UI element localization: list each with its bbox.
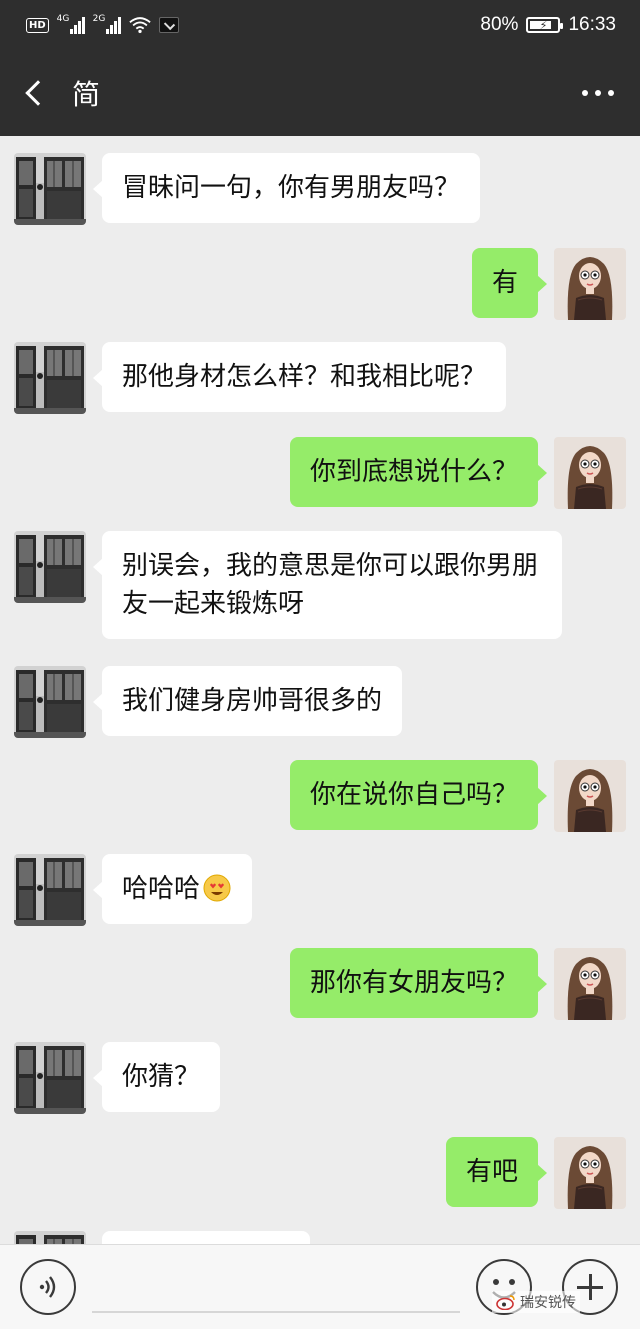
contact-avatar[interactable] (14, 854, 86, 926)
input-bar: 瑞安锐传 (0, 1244, 640, 1329)
message-text: 你猜？ (122, 1062, 201, 1092)
more-options-button[interactable] (578, 80, 618, 106)
message-bubble[interactable]: 有 (471, 248, 548, 318)
my-avatar[interactable] (554, 948, 626, 1020)
message-bubble[interactable]: 你到底想说什么？ (289, 437, 548, 507)
status-left: HD 4G 2G (26, 14, 179, 34)
message-text: 别误会，我的意思是你可以跟你男朋友一起来锻炼呀 (122, 551, 539, 619)
message-bubble[interactable]: 冒昧问一句，你有男朋友吗？ (92, 153, 481, 223)
message-bubble[interactable]: 那他身材怎么样？和我相比呢？ (92, 342, 507, 412)
notification-icon (158, 17, 179, 33)
status-right: 80% ⚡ 16:33 (480, 14, 616, 36)
message-text: 那你有女朋友吗？ (309, 968, 518, 998)
contact-avatar[interactable] (14, 153, 86, 225)
message-text: 冒昧问一句，你有男朋友吗？ (122, 173, 461, 203)
heart-eyes-emoji-icon (203, 874, 231, 901)
wifi-icon (129, 17, 151, 34)
message-bubble[interactable]: 那你有女朋友吗？ (289, 948, 548, 1018)
message-bubble[interactable]: 别误会，我的意思是你可以跟你男朋友一起来锻炼呀 (93, 531, 562, 639)
message-bubble[interactable]: 你在说你自己吗？ (289, 760, 548, 830)
contact-avatar[interactable] (14, 1231, 86, 1244)
battery-icon: ⚡ (526, 17, 564, 33)
message-text: 你在说你自己吗？ (309, 780, 518, 810)
back-button[interactable] (0, 50, 70, 136)
my-avatar[interactable] (554, 760, 626, 832)
message-bubble[interactable]: 哈哈哈 (92, 854, 253, 924)
message-bubble[interactable]: 你猜？ (92, 1042, 221, 1112)
battery-percent: 80% (480, 14, 519, 35)
network-4g-label: 4G (56, 14, 70, 24)
message-input[interactable] (92, 1253, 460, 1313)
my-avatar[interactable] (554, 248, 626, 320)
contact-avatar[interactable] (14, 531, 86, 603)
message-text: 有吧 (465, 1157, 518, 1187)
more-dots-icon (582, 90, 588, 96)
contact-avatar[interactable] (14, 666, 86, 738)
my-avatar[interactable] (554, 437, 626, 509)
watermark-text: 瑞安锐传 (520, 1295, 576, 1311)
chat-area[interactable]: 冒昧问一句，你有男朋友吗？ 有那他身材怎么样？和我相比呢？ 你到底想说什么？ 别误会，… (0, 136, 640, 1244)
message-text: 那他身材怎么样？和我相比呢？ (122, 362, 487, 392)
message-bubble[interactable] (102, 1231, 310, 1244)
status-bar: HD 4G 2G 80% ⚡ 16:33 (0, 0, 640, 50)
message-text: 哈哈哈 (122, 874, 201, 904)
chevron-left-icon (25, 80, 51, 106)
hd-badge: HD (26, 17, 49, 33)
voice-button[interactable] (20, 1259, 76, 1315)
contact-avatar[interactable] (14, 1042, 86, 1114)
title-bar: 简 (0, 50, 640, 136)
watermark: 瑞安锐传 (492, 1291, 580, 1313)
message-text: 你到底想说什么？ (309, 457, 518, 487)
clock: 16:33 (568, 14, 616, 35)
weibo-logo-icon (496, 1295, 515, 1310)
contact-avatar[interactable] (14, 342, 86, 414)
my-avatar[interactable] (554, 1137, 626, 1209)
chat-title: 简 (72, 78, 101, 111)
network-2g-label: 2G (92, 14, 106, 24)
message-bubble[interactable]: 我们健身房帅哥很多的 (92, 666, 403, 736)
voice-icon (39, 1276, 56, 1298)
message-bubble[interactable]: 有吧 (445, 1137, 548, 1207)
charging-icon: ⚡ (539, 18, 548, 32)
signal-2g-icon: 2G (92, 14, 121, 34)
message-text: 有 (491, 268, 518, 298)
message-text: 我们健身房帅哥很多的 (122, 686, 383, 716)
signal-4g-icon: 4G (56, 14, 85, 34)
